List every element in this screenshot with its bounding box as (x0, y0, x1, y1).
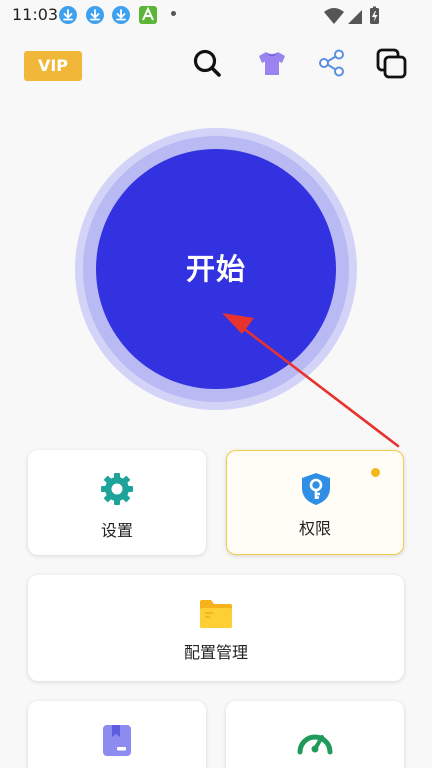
config-management-label: 配置管理 (183, 643, 248, 662)
battery-icon (370, 6, 379, 24)
download-icon (112, 6, 130, 24)
gear-icon (99, 471, 135, 507)
permissions-label: 权限 (298, 519, 331, 538)
config-management-card[interactable]: 配置管理 (28, 575, 404, 681)
vip-badge[interactable]: VIP (24, 51, 82, 81)
share-icon[interactable] (315, 46, 349, 80)
status-time: 11:03 (12, 5, 59, 24)
saved-card[interactable] (28, 701, 206, 768)
settings-card[interactable]: 设置 (28, 450, 206, 555)
start-button-label: 开始 (185, 252, 246, 286)
permissions-card[interactable]: 权限 (226, 450, 404, 555)
theme-shirt-icon[interactable] (255, 46, 289, 80)
wifi-icon (324, 8, 344, 24)
search-icon[interactable] (190, 46, 224, 80)
app-notification-icon (138, 5, 158, 25)
shield-key-icon (299, 471, 333, 507)
system-status-icons (324, 6, 379, 24)
status-bar: 11:03 (0, 0, 432, 30)
download-icon (86, 6, 104, 24)
copy-icon[interactable] (375, 46, 409, 80)
download-icon (59, 6, 77, 24)
notification-dot (371, 468, 380, 477)
speedometer-icon (296, 725, 334, 755)
signal-icon (348, 10, 362, 24)
settings-label: 设置 (100, 521, 133, 540)
bookmark-book-icon (102, 723, 132, 757)
folder-icon (198, 597, 234, 631)
speed-card[interactable] (226, 701, 404, 768)
more-dot-icon (171, 11, 176, 16)
app-screen: 11:03 VIP 开始 设置 权限 配置管理 (0, 0, 432, 768)
